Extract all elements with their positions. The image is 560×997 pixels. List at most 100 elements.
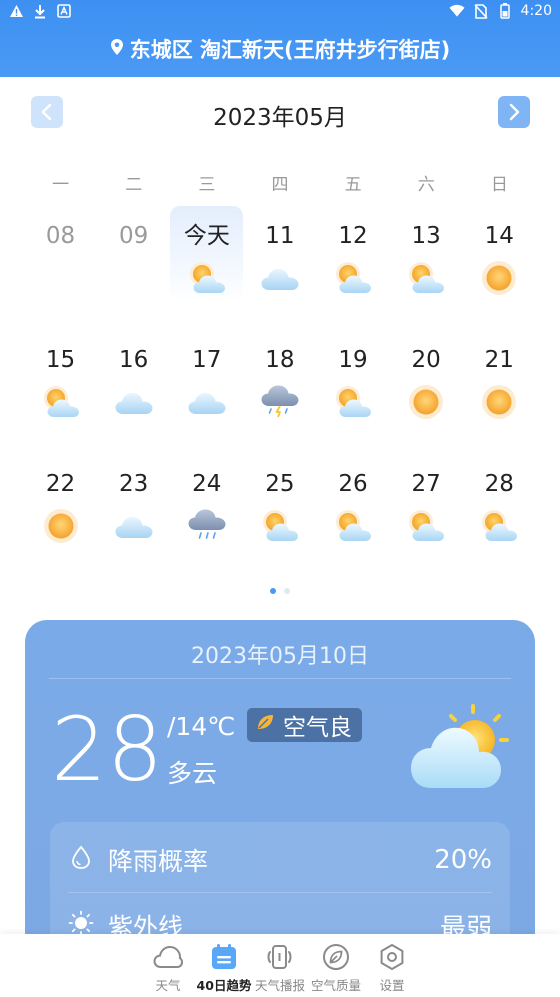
weekday-label: 二 — [125, 175, 143, 195]
calendar-day[interactable]: 15 — [24, 330, 97, 426]
raindrop-icon — [68, 844, 94, 876]
weekday-header: 一 二 三 四 五 六 日 — [24, 170, 536, 195]
day-number: 26 — [338, 471, 368, 497]
day-number: 25 — [265, 471, 295, 497]
calendar-day[interactable]: 22 — [24, 454, 97, 550]
page-dot[interactable] — [270, 588, 276, 594]
cloudy-icon — [114, 508, 154, 544]
weekday-label: 六 — [417, 175, 435, 195]
cloud-icon — [153, 942, 183, 972]
day-number: 09 — [119, 223, 149, 249]
warning-icon — [8, 3, 24, 19]
air-quality-badge[interactable]: 空气良 — [247, 708, 362, 742]
calendar-day[interactable]: 28 — [463, 454, 536, 550]
leaf-icon — [255, 712, 275, 738]
status-time: 4:20 — [520, 3, 552, 19]
day-number: 18 — [265, 347, 295, 373]
low-temperature: /14℃ — [167, 712, 236, 741]
weekday-label: 一 — [52, 175, 70, 195]
status-bar: 4:20 — [0, 0, 560, 24]
day-number: 14 — [484, 223, 514, 249]
location-name: 东城区 淘汇新天(王府井步行街店) — [129, 38, 451, 62]
month-navigation: 2023年05月 — [0, 96, 560, 131]
calendar-grid: 08 09 今天 11 12 13 14 15 16 17 18 19 20 21 22 23 24 25 26 27… — [24, 206, 536, 578]
rain-icon — [187, 508, 227, 544]
day-number: 28 — [484, 471, 514, 497]
nav-weather-broadcast[interactable]: 天气播报 — [252, 934, 308, 997]
calendar-day[interactable]: 09 — [97, 206, 170, 302]
nav-air-quality[interactable]: 空气质量 — [308, 934, 364, 997]
nav-40-day-trend[interactable]: 40日趋势 — [196, 934, 252, 997]
nav-label: 设置 — [379, 978, 405, 993]
calendar-day[interactable]: 25 — [243, 454, 316, 550]
calendar-day[interactable]: 12 — [317, 206, 390, 302]
calendar-week: 22 23 24 25 26 27 28 — [24, 454, 536, 578]
calendar-day[interactable]: 27 — [390, 454, 463, 550]
sunny-icon — [406, 384, 446, 420]
calendar-day[interactable]: 24 — [170, 454, 243, 550]
nav-label: 天气 — [155, 978, 181, 993]
calendar-day[interactable]: 14 — [463, 206, 536, 302]
calendar-icon — [209, 942, 239, 972]
rain-probability-value: 20% — [434, 845, 492, 875]
no-sim-icon — [473, 3, 489, 19]
weekday-label: 五 — [344, 175, 362, 195]
air-quality-text: 空气良 — [283, 715, 352, 741]
top-header: 4:20 东城区 淘汇新天(王府井步行街店) — [0, 0, 560, 77]
calendar-day-today[interactable]: 今天 — [170, 206, 244, 302]
calendar-day[interactable]: 08 — [24, 206, 97, 302]
page-dot[interactable] — [284, 588, 290, 594]
calendar-week: 08 09 今天 11 12 13 14 — [24, 206, 536, 330]
location-pin-icon — [110, 37, 124, 61]
day-number: 17 — [192, 347, 222, 373]
calendar-day[interactable]: 26 — [317, 454, 390, 550]
day-number: 16 — [119, 347, 149, 373]
day-number: 12 — [338, 223, 368, 249]
day-number: 27 — [411, 471, 441, 497]
day-number: 22 — [45, 471, 76, 497]
partly-cloudy-icon — [406, 260, 446, 296]
wifi-icon — [449, 3, 465, 19]
partly-cloudy-icon — [406, 508, 446, 544]
day-number: 今天 — [183, 223, 230, 249]
settings-icon — [377, 942, 407, 972]
day-number: 08 — [45, 223, 76, 249]
leaf-icon — [321, 942, 351, 972]
nav-weather[interactable]: 天气 — [140, 934, 196, 997]
month-title: 2023年05月 — [213, 105, 347, 131]
partly-cloudy-icon — [479, 508, 519, 544]
page-indicator — [0, 588, 560, 594]
weekday-label: 日 — [490, 175, 508, 195]
calendar-day[interactable]: 18 — [243, 330, 316, 426]
chevron-right-icon — [509, 103, 520, 121]
day-number: 23 — [119, 471, 149, 497]
calendar-day[interactable]: 17 — [170, 330, 243, 426]
calendar-day[interactable]: 23 — [97, 454, 170, 550]
cloudy-icon — [260, 260, 300, 296]
calendar-day[interactable]: 20 — [390, 330, 463, 426]
calendar-day[interactable]: 16 — [97, 330, 170, 426]
calendar-day[interactable]: 13 — [390, 206, 463, 302]
calendar-day[interactable]: 21 — [463, 330, 536, 426]
day-number: 19 — [338, 347, 368, 373]
weekday-label: 四 — [271, 175, 289, 195]
weekday-label: 三 — [198, 175, 216, 195]
bottom-navigation: 天气 40日趋势 天气播报 空气质量 设置 — [0, 934, 560, 997]
high-temperature: 28 — [51, 698, 163, 801]
day-number: 24 — [192, 471, 222, 497]
partly-cloudy-icon — [333, 260, 373, 296]
next-month-button[interactable] — [498, 96, 530, 128]
calendar-day[interactable]: 19 — [317, 330, 390, 426]
calendar-day[interactable]: 11 — [243, 206, 316, 302]
nav-label: 40日趋势 — [196, 978, 252, 993]
day-number: 15 — [45, 347, 76, 373]
partly-cloudy-icon — [260, 508, 300, 544]
calendar-week: 15 16 17 18 19 20 21 — [24, 330, 536, 454]
battery-icon — [497, 3, 513, 19]
text-icon — [56, 3, 72, 19]
cloudy-icon — [187, 384, 227, 420]
weather-condition: 多云 — [167, 759, 218, 788]
location-selector[interactable]: 东城区 淘汇新天(王府井步行街店) — [0, 34, 560, 64]
nav-label: 天气播报 — [254, 978, 305, 993]
nav-settings[interactable]: 设置 — [364, 934, 420, 997]
